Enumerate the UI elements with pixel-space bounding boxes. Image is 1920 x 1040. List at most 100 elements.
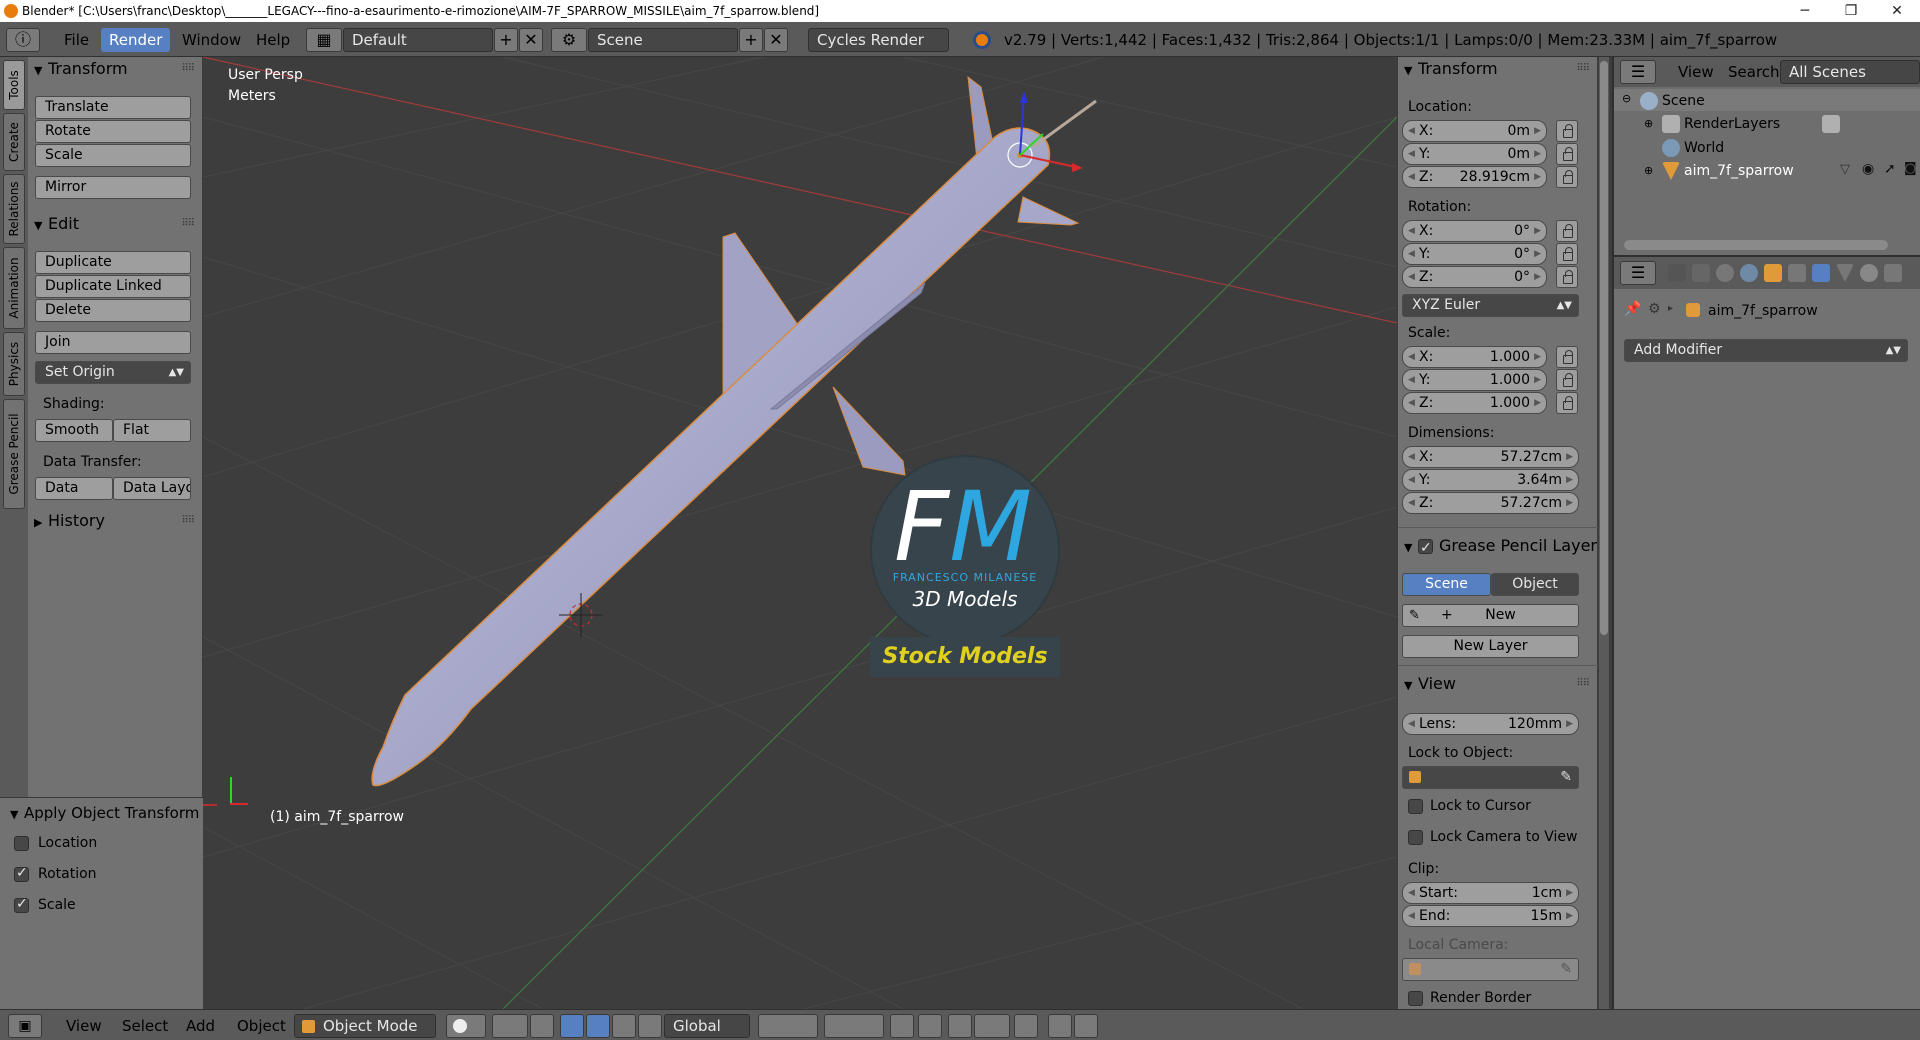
interaction-mode-dropdown[interactable]: Object Mode bbox=[294, 1014, 436, 1038]
mesh-data-icon[interactable]: ▽ bbox=[1840, 162, 1850, 177]
pivot-point-dropdown[interactable] bbox=[492, 1014, 528, 1038]
dimensions-z-field[interactable]: ◀ Z: 57.27cm ▶ bbox=[1402, 492, 1579, 514]
data-tab-icon[interactable] bbox=[1836, 264, 1854, 282]
tab-create[interactable]: Create bbox=[3, 113, 25, 171]
scale-x-field[interactable]: ◀ X: 1.000 ▶ bbox=[1402, 346, 1547, 368]
menu-select[interactable]: Select bbox=[116, 1014, 174, 1038]
location-x-field[interactable]: ◀ X: 0m ▶ bbox=[1402, 120, 1547, 142]
rotation-z-field[interactable]: ◀ Z: 0° ▶ bbox=[1402, 266, 1547, 288]
lens-field[interactable]: ◀ Lens: 120mm ▶ bbox=[1402, 713, 1579, 735]
tab-tools[interactable]: Tools bbox=[3, 60, 25, 110]
lock-scale-z-icon[interactable] bbox=[1556, 392, 1578, 414]
flat-button[interactable]: Flat bbox=[113, 419, 191, 442]
menu-add[interactable]: Add bbox=[180, 1014, 221, 1038]
lock-rotation-x-icon[interactable] bbox=[1556, 220, 1578, 242]
lock-object-field[interactable]: ✎ bbox=[1402, 766, 1579, 789]
location-checkbox[interactable] bbox=[14, 836, 29, 851]
minimize-button[interactable]: ─ bbox=[1782, 0, 1828, 22]
outliner-editor-type-button[interactable]: ☰ bbox=[1620, 60, 1656, 84]
data-transfer-button[interactable]: Data bbox=[35, 477, 113, 500]
gp-new-button[interactable]: ✎ + New bbox=[1402, 604, 1579, 627]
tab-grease-pencil[interactable]: Grease Pencil bbox=[3, 399, 25, 509]
selectability-cursor-icon[interactable]: ➚ bbox=[1884, 161, 1896, 177]
missile-model[interactable] bbox=[371, 75, 1097, 787]
rotation-y-field[interactable]: ◀ Y: 0° ▶ bbox=[1402, 243, 1547, 265]
modifiers-tab-icon[interactable] bbox=[1812, 264, 1830, 282]
n-transform-header[interactable]: ▼ Transform bbox=[1404, 58, 1498, 80]
rotation-checkbox[interactable] bbox=[14, 865, 29, 882]
layers-grid-2[interactable] bbox=[824, 1014, 884, 1038]
render-layer-icon[interactable] bbox=[1822, 115, 1840, 133]
clip-end-field[interactable]: ◀ End: 15m ▶ bbox=[1402, 905, 1579, 927]
delete-layout-button[interactable]: ✕ bbox=[519, 28, 543, 52]
tab-animation[interactable]: Animation bbox=[3, 247, 25, 329]
apply-transform-header[interactable]: ▼ Apply Object Transform bbox=[10, 802, 199, 824]
visibility-eye-icon[interactable]: ◉ bbox=[1862, 161, 1874, 177]
lock-location-z-icon[interactable] bbox=[1556, 166, 1578, 188]
close-button[interactable]: ✕ bbox=[1874, 0, 1920, 22]
proportional-edit-icon[interactable] bbox=[918, 1014, 942, 1038]
gp-new-layer-button[interactable]: New Layer bbox=[1402, 635, 1579, 658]
scale-checkbox[interactable] bbox=[14, 896, 29, 913]
outliner-display-dropdown[interactable]: All Scenes bbox=[1780, 60, 1920, 84]
pin-icon[interactable]: 📌 bbox=[1624, 301, 1641, 317]
tab-physics[interactable]: Physics bbox=[3, 332, 25, 396]
menu-help[interactable]: Help bbox=[248, 28, 298, 52]
lock-camera-checkbox[interactable] bbox=[1408, 830, 1423, 845]
lock-location-y-icon[interactable] bbox=[1556, 143, 1578, 165]
smooth-button[interactable]: Smooth bbox=[35, 419, 113, 442]
render-layers-tab-icon[interactable] bbox=[1692, 264, 1710, 282]
scene-icon[interactable]: ⚙ bbox=[551, 28, 587, 52]
grease-pencil-layer-header[interactable]: ▼Grease Pencil Layer bbox=[1404, 535, 1597, 559]
rotation-mode-dropdown[interactable]: XYZ Euler ▲▼ bbox=[1402, 294, 1579, 317]
properties-editor-type-button[interactable]: ☰ bbox=[1620, 261, 1656, 285]
scene-tab-icon[interactable] bbox=[1716, 264, 1734, 282]
outliner-renderlayers-item[interactable]: RenderLayers bbox=[1684, 116, 1780, 132]
render-border-checkbox[interactable] bbox=[1408, 991, 1423, 1006]
delete-scene-button[interactable]: ✕ bbox=[764, 28, 788, 52]
set-origin-dropdown[interactable]: Set Origin ▲▼ bbox=[35, 361, 191, 384]
add-scene-button[interactable]: + bbox=[739, 28, 763, 52]
menu-object[interactable]: Object bbox=[231, 1014, 292, 1038]
menu-file[interactable]: File bbox=[56, 28, 97, 52]
viewport-editor-type-button[interactable]: ▣ bbox=[8, 1014, 42, 1038]
location-y-field[interactable]: ◀ Y: 0m ▶ bbox=[1402, 143, 1547, 165]
panel-grip-icon[interactable]: ⠿⠿ bbox=[1576, 678, 1590, 689]
maximize-button[interactable]: ❐ bbox=[1828, 0, 1874, 22]
editor-type-button[interactable]: ⓘ bbox=[6, 28, 40, 52]
expand-scene-icon[interactable]: ⊖ bbox=[1622, 92, 1631, 105]
n-panel-scrollbar[interactable] bbox=[1599, 57, 1609, 1009]
material-tab-icon[interactable] bbox=[1860, 264, 1878, 282]
renderability-camera-icon[interactable]: ◙ bbox=[1904, 161, 1917, 176]
viewport-scene[interactable] bbox=[203, 57, 1397, 1009]
panel-grip-icon[interactable]: ⠿⠿ bbox=[181, 63, 195, 74]
join-button[interactable]: Join bbox=[35, 331, 191, 354]
dimensions-y-field[interactable]: ◀ Y: 3.64m ▶ bbox=[1402, 469, 1579, 491]
scale-manipulator-icon[interactable] bbox=[638, 1014, 662, 1038]
scene-dropdown[interactable]: Scene bbox=[588, 28, 738, 52]
outliner-view-menu[interactable]: View bbox=[1670, 60, 1722, 84]
scale-y-field[interactable]: ◀ Y: 1.000 ▶ bbox=[1402, 369, 1547, 391]
lock-rotation-y-icon[interactable] bbox=[1556, 243, 1578, 265]
lock-cursor-checkbox[interactable] bbox=[1408, 799, 1423, 814]
render-preview-icon[interactable] bbox=[1048, 1014, 1072, 1038]
outliner-world-item[interactable]: World bbox=[1684, 140, 1724, 156]
eyedropper-icon[interactable]: ✎ bbox=[1560, 767, 1572, 788]
rotate-button[interactable]: Rotate bbox=[35, 120, 191, 143]
manipulator-toggle-icon[interactable] bbox=[560, 1014, 584, 1038]
rotation-x-field[interactable]: ◀ X: 0° ▶ bbox=[1402, 220, 1547, 242]
screen-layout-dropdown[interactable]: Default bbox=[343, 28, 493, 52]
constraints-tab-icon[interactable] bbox=[1788, 264, 1806, 282]
translate-manipulator-icon[interactable] bbox=[586, 1014, 610, 1038]
expand-renderlayers-icon[interactable]: ⊕ bbox=[1644, 117, 1653, 130]
lock-scale-x-icon[interactable] bbox=[1556, 346, 1578, 368]
layers-grid-1[interactable] bbox=[758, 1014, 818, 1038]
view-panel-header[interactable]: ▼ View bbox=[1404, 673, 1456, 695]
lock-scale-y-icon[interactable] bbox=[1556, 369, 1578, 391]
outliner-scrollbar[interactable] bbox=[1624, 240, 1888, 250]
snap-target-icon[interactable] bbox=[1014, 1014, 1038, 1038]
data-layout-button[interactable]: Data Layo bbox=[113, 477, 191, 500]
eyedropper-icon[interactable]: ✎ bbox=[1560, 959, 1572, 980]
mirror-button[interactable]: Mirror bbox=[35, 176, 191, 199]
history-panel-header[interactable]: ▶ History bbox=[34, 510, 105, 532]
